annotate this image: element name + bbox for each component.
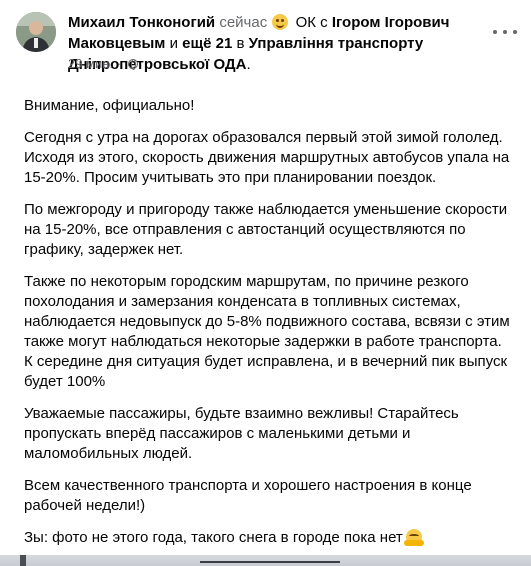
post-paragraph: Также по некоторым городским маршрутам, …: [24, 273, 510, 390]
location-prefix: в: [236, 35, 245, 52]
post-paragraph: Внимание, официально!: [24, 97, 195, 114]
status-word: сейчас: [219, 14, 268, 31]
with-prefix: с: [320, 14, 328, 31]
hugging-face-emoji-icon: [403, 529, 424, 546]
globe-icon: [127, 59, 138, 70]
more-dot-icon: [513, 30, 517, 34]
post-timestamp[interactable]: 29 мин.: [68, 56, 113, 71]
facebook-post: Михаил Тонконогий сейчас ОК с Ігором Іго…: [0, 0, 531, 566]
location-suffix: .: [246, 56, 251, 73]
post-paragraph-text: Зы: фото не этого года, такого снега в г…: [24, 529, 403, 546]
meta-separator: ·: [116, 56, 122, 71]
feeling-label: ОК: [295, 14, 316, 31]
more-dot-icon: [503, 30, 507, 34]
post-meta: 29 мин. ·: [68, 56, 138, 72]
post-paragraph: Всем качественного транспорта и хорошего…: [24, 477, 472, 514]
photo-pole: [20, 555, 26, 566]
post-paragraph: Сегодня с утра на дорогах образовался пе…: [24, 129, 510, 186]
more-options-button[interactable]: [493, 24, 517, 40]
photo-wire: [200, 561, 340, 563]
author-name[interactable]: Михаил Тонконогий: [68, 14, 215, 31]
and-more-link[interactable]: ещё 21: [182, 35, 232, 52]
and-more-prefix: и: [169, 35, 178, 52]
post-paragraph: По межгороду и пригороду также наблюдает…: [24, 201, 508, 258]
post-photo[interactable]: [0, 555, 531, 566]
post-paragraph-last: Зы: фото не этого года, такого снега в г…: [24, 528, 514, 548]
author-avatar[interactable]: [16, 12, 56, 52]
post-paragraph: Уважаемые пассажиры, будьте взаимно вежл…: [24, 405, 459, 462]
more-dot-icon: [493, 30, 497, 34]
post-body: Внимание, официально! Сегодня с утра на …: [24, 96, 514, 560]
ok-face-emoji-icon: [272, 14, 289, 30]
